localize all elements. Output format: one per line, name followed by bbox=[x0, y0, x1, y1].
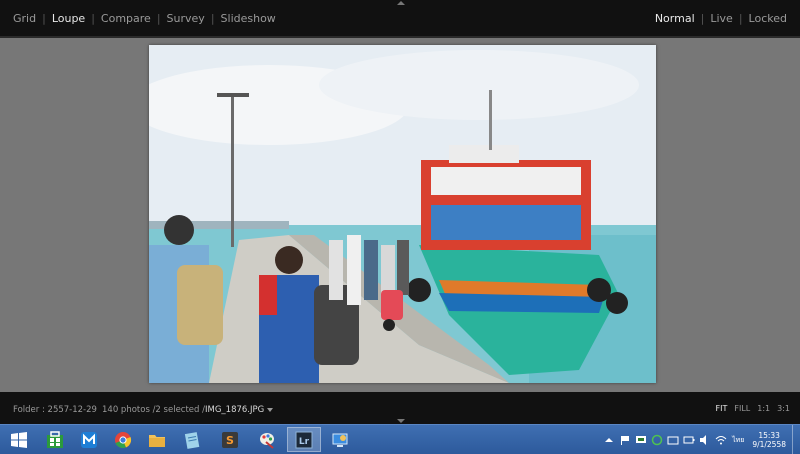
taskbar-sublime[interactable]: S bbox=[213, 427, 247, 452]
store-icon bbox=[47, 430, 63, 448]
separator: | bbox=[156, 12, 161, 25]
paint-icon bbox=[260, 432, 274, 449]
loupe-photo[interactable] bbox=[149, 45, 656, 383]
taskbar-paint[interactable] bbox=[250, 427, 284, 452]
separator: | bbox=[210, 12, 215, 25]
folder-icon bbox=[149, 434, 165, 447]
taskbar-notes[interactable] bbox=[175, 427, 209, 452]
taskbar-lightroom[interactable]: Lr bbox=[287, 427, 321, 452]
taskbar-chrome[interactable] bbox=[106, 427, 140, 452]
taskbar-maxthon[interactable] bbox=[72, 427, 106, 452]
svg-text:S: S bbox=[226, 434, 234, 447]
wifi-icon[interactable] bbox=[715, 434, 727, 446]
zoom-1-1[interactable]: 1:1 bbox=[757, 404, 770, 413]
windows-taskbar: S Lr ไทย 15:33 9/1/2558 bbox=[0, 424, 800, 454]
sublime-icon: S bbox=[222, 431, 238, 448]
view-normal[interactable]: Normal bbox=[652, 12, 698, 25]
show-desktop-button[interactable] bbox=[792, 425, 800, 454]
separator: | bbox=[738, 12, 743, 25]
language-indicator[interactable]: ไทย bbox=[732, 435, 744, 446]
lightroom-icon: Lr bbox=[295, 431, 313, 448]
view-locked[interactable]: Locked bbox=[746, 12, 790, 25]
top-panel-collapse-arrow-icon[interactable] bbox=[397, 1, 405, 5]
mode-grid[interactable]: Grid bbox=[10, 12, 39, 25]
filmstrip-header: Folder : 2557-12-29 140 photos /2 select… bbox=[0, 392, 800, 424]
photo-illustration bbox=[149, 45, 656, 383]
chrome-icon bbox=[115, 431, 132, 448]
lightroom-label: Lr bbox=[299, 437, 310, 447]
mode-loupe[interactable]: Loupe bbox=[49, 12, 88, 25]
remote-desktop-icon bbox=[332, 433, 348, 447]
filmstrip-collapse-arrow-icon[interactable] bbox=[397, 419, 405, 423]
photo-count: 140 photos /2 selected / bbox=[102, 405, 205, 415]
battery-icon[interactable] bbox=[683, 434, 695, 446]
notes-icon bbox=[184, 431, 200, 449]
folder-label: Folder : 2557-12-29 bbox=[13, 405, 97, 415]
separator: | bbox=[91, 12, 95, 25]
loupe-mode-switcher: Grid | Loupe | Compare | Survey | Slides… bbox=[10, 12, 279, 25]
network-icon[interactable] bbox=[667, 434, 679, 446]
taskbar-file-explorer[interactable] bbox=[140, 427, 174, 452]
mode-slideshow[interactable]: Slideshow bbox=[218, 12, 279, 25]
system-tray: ไทย 15:33 9/1/2558 bbox=[599, 425, 800, 454]
zoom-fill[interactable]: FILL bbox=[734, 404, 750, 413]
zoom-3-1[interactable]: 3:1 bbox=[777, 404, 790, 413]
network-status-icon[interactable] bbox=[635, 434, 647, 446]
chevron-down-icon[interactable] bbox=[267, 407, 274, 412]
loupe-view[interactable] bbox=[0, 38, 800, 392]
flag-icon[interactable] bbox=[619, 434, 631, 446]
photo-count-source[interactable]: 140 photos /2 selected /IMG_1876.JPG bbox=[102, 405, 274, 415]
zoom-options: FIT FILL 1:1 3:1 bbox=[709, 404, 790, 413]
view-live[interactable]: Live bbox=[707, 12, 735, 25]
maxthon-icon bbox=[81, 431, 97, 448]
taskbar-store[interactable] bbox=[38, 427, 72, 452]
sync-icon[interactable] bbox=[651, 434, 663, 446]
zoom-fit[interactable]: FIT bbox=[716, 404, 728, 413]
clock-time: 15:33 bbox=[758, 431, 780, 440]
separator: | bbox=[700, 12, 705, 25]
mode-compare[interactable]: Compare bbox=[98, 12, 154, 25]
clock-date: 9/1/2558 bbox=[752, 440, 786, 449]
chevron-up-icon[interactable] bbox=[603, 434, 615, 446]
current-filename: IMG_1876.JPG bbox=[205, 405, 265, 415]
mode-survey[interactable]: Survey bbox=[164, 12, 208, 25]
windows-logo-icon bbox=[11, 431, 27, 448]
clock[interactable]: 15:33 9/1/2558 bbox=[752, 431, 786, 449]
volume-icon[interactable] bbox=[699, 434, 711, 446]
taskbar-remote-desktop[interactable] bbox=[323, 427, 357, 452]
view-mode-switcher: Normal | Live | Locked bbox=[652, 12, 790, 25]
separator: | bbox=[42, 12, 46, 25]
start-button[interactable] bbox=[2, 427, 36, 452]
top-panel: Grid | Loupe | Compare | Survey | Slides… bbox=[0, 0, 800, 36]
